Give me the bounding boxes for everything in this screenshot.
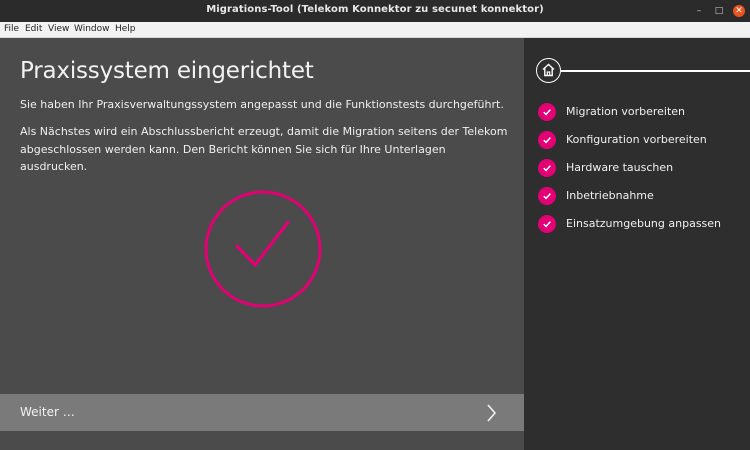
step-done-check-icon bbox=[538, 215, 556, 233]
main-panel: Praxissystem eingerichtet Sie haben Ihr … bbox=[0, 38, 524, 450]
menu-edit[interactable]: Edit bbox=[25, 24, 42, 34]
step-done-check-icon bbox=[538, 187, 556, 205]
minimize-button[interactable]: – bbox=[693, 5, 705, 17]
menu-file[interactable]: File bbox=[4, 24, 19, 34]
home-button[interactable] bbox=[536, 58, 561, 83]
menu-help[interactable]: Help bbox=[115, 24, 136, 34]
maximize-button[interactable]: □ bbox=[713, 5, 725, 17]
step-label: Migration vorbereiten bbox=[566, 105, 686, 118]
step-label: Inbetriebnahme bbox=[566, 189, 654, 202]
chevron-right-icon bbox=[487, 404, 497, 422]
step-done-check-icon bbox=[538, 103, 556, 121]
menu-view[interactable]: View bbox=[48, 24, 69, 34]
progress-line bbox=[561, 70, 750, 72]
step-migration-vorbereiten: Migration vorbereiten bbox=[538, 103, 738, 121]
window-titlebar: Migrations-Tool (Telekom Konnektor zu se… bbox=[0, 0, 750, 22]
step-label: Einsatzumgebung anpassen bbox=[566, 217, 722, 230]
next-button[interactable]: Weiter … bbox=[0, 394, 524, 431]
home-icon bbox=[542, 63, 555, 77]
next-button-label: Weiter … bbox=[20, 405, 75, 419]
close-button[interactable]: ✕ bbox=[733, 5, 745, 17]
menu-window[interactable]: Window bbox=[74, 24, 110, 34]
status-text: Sie haben Ihr Praxisverwaltungssystem an… bbox=[20, 98, 504, 111]
step-label: Konfiguration vorbereiten bbox=[566, 133, 707, 146]
step-einsatzumgebung-anpassen: Einsatzumgebung anpassen bbox=[538, 215, 738, 233]
success-check-icon bbox=[204, 190, 322, 308]
step-label: Hardware tauschen bbox=[566, 161, 674, 174]
step-hardware-tauschen: Hardware tauschen bbox=[538, 159, 738, 177]
step-done-check-icon bbox=[538, 131, 556, 149]
window-title: Migrations-Tool (Telekom Konnektor zu se… bbox=[206, 4, 544, 15]
progress-sidebar: Migration vorbereiten Konfiguration vorb… bbox=[524, 38, 750, 450]
step-konfiguration-vorbereiten: Konfiguration vorbereiten bbox=[538, 131, 738, 149]
next-step-text: Als Nächstes wird ein Abschlussbericht e… bbox=[20, 125, 508, 173]
step-inbetriebnahme: Inbetriebnahme bbox=[538, 187, 738, 205]
page-title: Praxissystem eingerichtet bbox=[20, 58, 314, 84]
menu-bar: File Edit View Window Help bbox=[0, 22, 750, 38]
step-done-check-icon bbox=[538, 159, 556, 177]
